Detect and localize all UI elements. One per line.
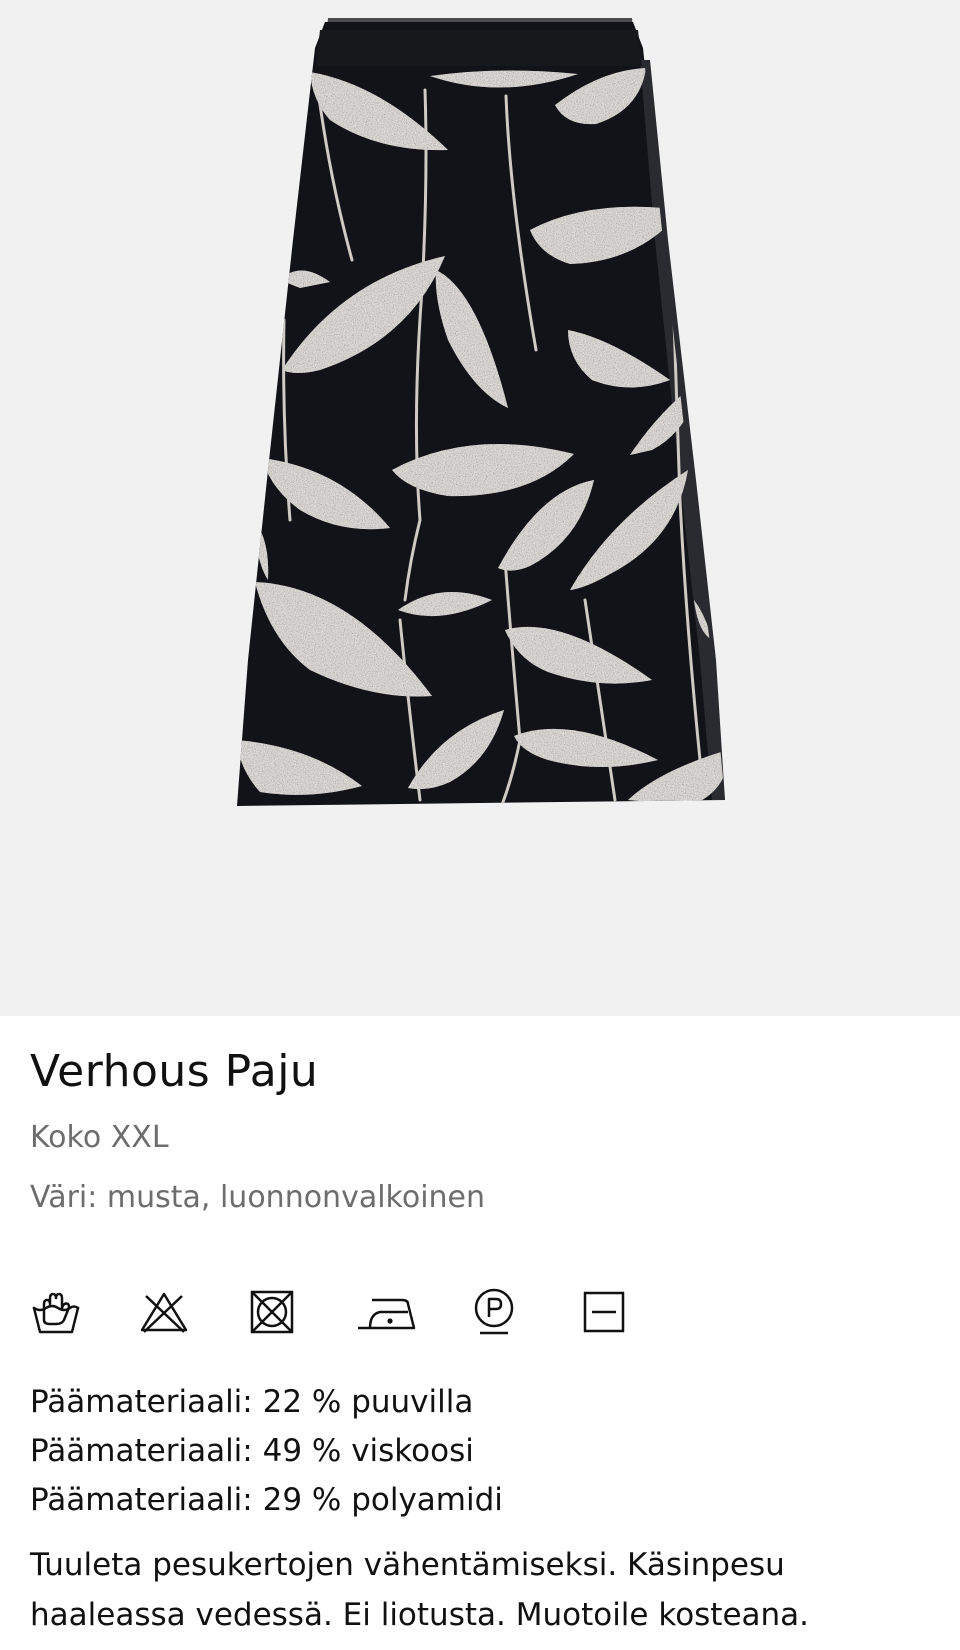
materials-list: Päämateriaali: 22 % puuvilla Päämateriaa… — [30, 1378, 503, 1525]
material-line: Päämateriaali: 29 % polyamidi — [30, 1482, 503, 1518]
no-bleach-icon — [138, 1286, 190, 1338]
dry-flat-icon — [578, 1286, 630, 1338]
material-line: Päämateriaali: 49 % viskoosi — [30, 1433, 474, 1469]
dry-clean-p-icon — [468, 1286, 520, 1338]
product-color: Väri: musta, luonnonvalkoinen — [30, 1180, 486, 1215]
product-image[interactable] — [0, 0, 960, 1016]
iron-low-icon — [354, 1286, 418, 1338]
product-title: Verhous Paju — [30, 1046, 319, 1097]
material-line: Päämateriaali: 22 % puuvilla — [30, 1384, 474, 1420]
no-tumble-dry-icon — [246, 1286, 298, 1338]
product-size: Koko XXL — [30, 1120, 169, 1155]
hand-wash-icon — [30, 1286, 82, 1338]
care-instructions: Tuuleta pesukertojen vähentämiseksi. Käs… — [30, 1547, 810, 1633]
skirt-illustration — [237, 18, 725, 806]
